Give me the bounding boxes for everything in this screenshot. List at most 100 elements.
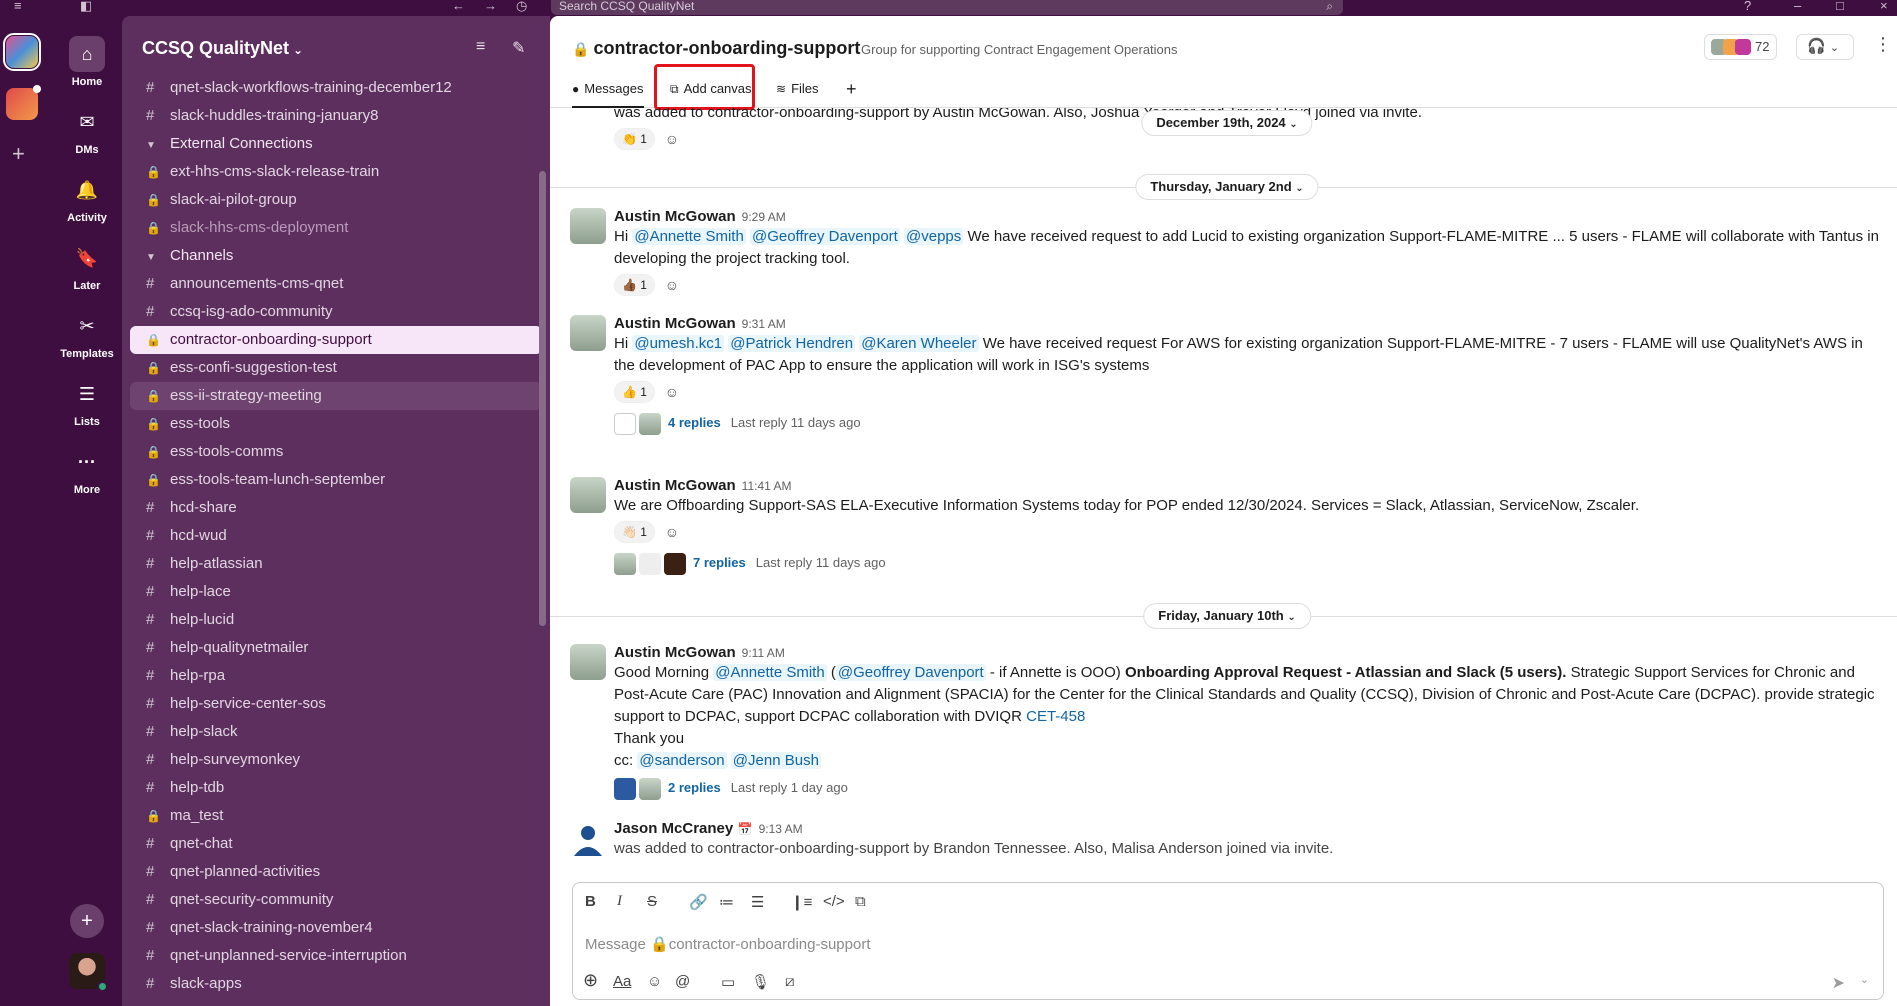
replies-link[interactable]: 2 replies bbox=[668, 780, 721, 795]
sidebar-channel-item[interactable]: # help-qualitynetmailer bbox=[130, 634, 542, 662]
replies-link[interactable]: 4 replies bbox=[668, 415, 721, 430]
microphone-icon[interactable]: 🎙 bbox=[751, 973, 770, 991]
workspace-switcher-ccsq[interactable] bbox=[3, 33, 41, 71]
send-icon[interactable]: ➤ bbox=[1832, 973, 1845, 993]
timestamp[interactable]: 9:31 AM bbox=[742, 317, 786, 331]
filter-icon[interactable]: ≡ bbox=[476, 38, 485, 56]
reaction-chip[interactable]: 👍🏾 1 bbox=[614, 274, 655, 296]
sidebar-channel-item[interactable]: # help-lace bbox=[130, 578, 542, 606]
formatting-toggle-icon[interactable]: Aa bbox=[613, 973, 631, 990]
user-mention[interactable]: @Geoffrey Davenport bbox=[749, 228, 900, 245]
nav-item-dms[interactable]: ✉ DMs bbox=[52, 104, 122, 156]
sidebar-channel-item[interactable]: 🔒 slack-hhs-cms-deployment bbox=[130, 214, 542, 242]
sidebar-channel-item[interactable]: # help-lucid bbox=[130, 606, 542, 634]
ordered-list-icon[interactable]: ≔ bbox=[719, 893, 734, 911]
user-mention[interactable]: @Patrick Hendren bbox=[728, 335, 856, 352]
sidebar-channel-item[interactable]: # help-tdb bbox=[130, 774, 542, 802]
thread-summary[interactable]: 7 replies Last reply 11 days ago bbox=[614, 551, 1884, 575]
blockquote-icon[interactable]: ❙≡ bbox=[791, 893, 812, 911]
timestamp[interactable]: 9:29 AM bbox=[742, 210, 786, 224]
reaction-chip[interactable]: 👏 1 bbox=[614, 128, 655, 150]
code-block-icon[interactable]: ⧉ bbox=[855, 893, 866, 910]
member-list-button[interactable]: 72 bbox=[1704, 34, 1777, 60]
sidebar-channel-item[interactable]: # help-atlassian bbox=[130, 550, 542, 578]
author-name[interactable]: Austin McGowan bbox=[614, 477, 736, 494]
tab-files[interactable]: ≋ Files bbox=[776, 79, 819, 99]
compose-icon[interactable]: ✎ bbox=[512, 38, 525, 58]
slash-command-icon[interactable]: ⧄ bbox=[785, 973, 795, 990]
minimize-icon[interactable]: – bbox=[1794, 0, 1801, 12]
sidebar-channel-item[interactable]: # slack-apps bbox=[130, 970, 542, 998]
add-reaction-icon[interactable]: ☺ bbox=[661, 274, 683, 296]
add-workspace-icon[interactable]: + bbox=[12, 143, 25, 165]
back-arrow-icon[interactable]: ← bbox=[452, 0, 465, 12]
nav-item-activity[interactable]: 🔔 Activity bbox=[52, 172, 122, 224]
close-icon[interactable]: × bbox=[1880, 0, 1888, 12]
plus-icon[interactable]: ⊕ bbox=[583, 970, 598, 991]
timestamp[interactable]: 9:13 AM bbox=[759, 822, 803, 836]
user-mention[interactable]: @Karen Wheeler bbox=[859, 335, 979, 352]
user-mention[interactable]: @Jenn Bush bbox=[730, 752, 821, 769]
sidebar-channel-item[interactable]: 🔒 ext-hhs-cms-slack-release-train bbox=[130, 158, 542, 186]
chevron-down-icon[interactable]: ⌄ bbox=[1860, 973, 1869, 986]
sidebar-channel-item[interactable]: 🔒 contractor-onboarding-support bbox=[130, 326, 542, 354]
sidebar-section-header[interactable]: ▼ Channels bbox=[130, 242, 542, 270]
code-icon[interactable]: </> bbox=[823, 893, 845, 910]
author-avatar[interactable] bbox=[570, 820, 606, 856]
tab-messages[interactable]: ● Messages bbox=[572, 79, 644, 108]
author-avatar[interactable] bbox=[570, 644, 606, 680]
nav-item-lists[interactable]: ☰ Lists bbox=[52, 376, 122, 428]
sidebar-channel-item[interactable]: 🔒 ma_test bbox=[130, 802, 542, 830]
reaction-chip[interactable]: 👍 1 bbox=[614, 381, 655, 403]
timestamp[interactable]: 11:41 AM bbox=[742, 479, 792, 493]
user-mention[interactable]: @Annette Smith bbox=[632, 228, 746, 245]
message-feed[interactable]: was added to contractor-onboarding-suppo… bbox=[550, 108, 1897, 878]
nav-item-home[interactable]: ⌂ Home bbox=[52, 36, 122, 88]
sidebar-channel-item[interactable]: 🔒 slack-ai-pilot-group bbox=[130, 186, 542, 214]
add-tab-button[interactable]: + bbox=[846, 79, 862, 99]
user-mention[interactable]: @vepps bbox=[904, 228, 964, 245]
author-name[interactable]: Austin McGowan bbox=[614, 208, 736, 225]
author-name[interactable]: Jason McCraney bbox=[614, 820, 733, 837]
nav-item-later[interactable]: 🔖 Later bbox=[52, 240, 122, 292]
add-reaction-icon[interactable]: ☺ bbox=[661, 521, 683, 543]
italic-icon[interactable]: I bbox=[617, 893, 622, 910]
sidebar-channel-item[interactable]: 🔒 ess-ii-strategy-meeting bbox=[130, 382, 542, 410]
reaction-chip[interactable]: 👋🏻 1 bbox=[614, 521, 655, 543]
link-icon[interactable]: 🔗 bbox=[689, 893, 708, 911]
replies-link[interactable]: 7 replies bbox=[693, 555, 746, 570]
message-input[interactable] bbox=[585, 933, 1785, 955]
bulleted-list-icon[interactable]: ☰ bbox=[751, 893, 764, 911]
search-bar[interactable]: Search CCSQ QualityNet ⌕ bbox=[551, 0, 1343, 15]
author-avatar[interactable] bbox=[570, 477, 606, 513]
date-divider-pill[interactable]: Thursday, January 2nd ⌄ bbox=[1135, 174, 1319, 200]
thread-summary[interactable]: 4 replies Last reply 11 days ago bbox=[614, 411, 1884, 435]
nav-item-templates[interactable]: ✂ Templates bbox=[52, 308, 122, 360]
sidebar-channel-item[interactable]: # hcd-share bbox=[130, 494, 542, 522]
mention-icon[interactable]: @ bbox=[675, 973, 690, 990]
date-divider-pill[interactable]: December 19th, 2024 ⌄ bbox=[1141, 110, 1313, 136]
sidebar-channel-item[interactable]: 🔒 ess-tools-comms bbox=[130, 438, 542, 466]
thread-summary[interactable]: 2 replies Last reply 1 day ago bbox=[614, 776, 1884, 800]
sidebar-channel-item[interactable]: # help-rpa bbox=[130, 662, 542, 690]
sidebar-channel-item[interactable]: # help-slack bbox=[130, 718, 542, 746]
author-name[interactable]: Austin McGowan bbox=[614, 644, 736, 661]
emoji-icon[interactable]: ☺ bbox=[647, 973, 662, 990]
workspace-switcher-test[interactable] bbox=[6, 85, 41, 120]
sidebar-channel-item[interactable]: # qnet-security-community bbox=[130, 886, 542, 914]
add-reaction-icon[interactable]: ☺ bbox=[661, 128, 683, 150]
author-avatar[interactable] bbox=[570, 315, 606, 351]
sidebar-channel-item[interactable]: 🔒 ess-tools-team-lunch-september bbox=[130, 466, 542, 494]
author-name[interactable]: Austin McGowan bbox=[614, 315, 736, 332]
sidebar-channel-item[interactable]: # ccsq-isg-ado-community bbox=[130, 298, 542, 326]
forward-arrow-icon[interactable]: → bbox=[484, 0, 497, 12]
ticket-link[interactable]: CET-458 bbox=[1026, 708, 1085, 725]
sidebar-channel-item[interactable]: # qnet-unplanned-service-interruption bbox=[130, 942, 542, 970]
user-mention[interactable]: @Geoffrey Davenport bbox=[835, 664, 986, 681]
sidebar-channel-item[interactable]: # help-surveymonkey bbox=[130, 746, 542, 774]
huddle-button[interactable]: 🎧 ⌄ bbox=[1796, 34, 1854, 60]
sidebar-channel-item[interactable]: # qnet-chat bbox=[130, 830, 542, 858]
strikethrough-icon[interactable]: S bbox=[647, 893, 657, 910]
sidebar-scrollbar[interactable] bbox=[539, 171, 546, 626]
sidebar-channel-item[interactable]: # qnet-slack-training-november4 bbox=[130, 914, 542, 942]
